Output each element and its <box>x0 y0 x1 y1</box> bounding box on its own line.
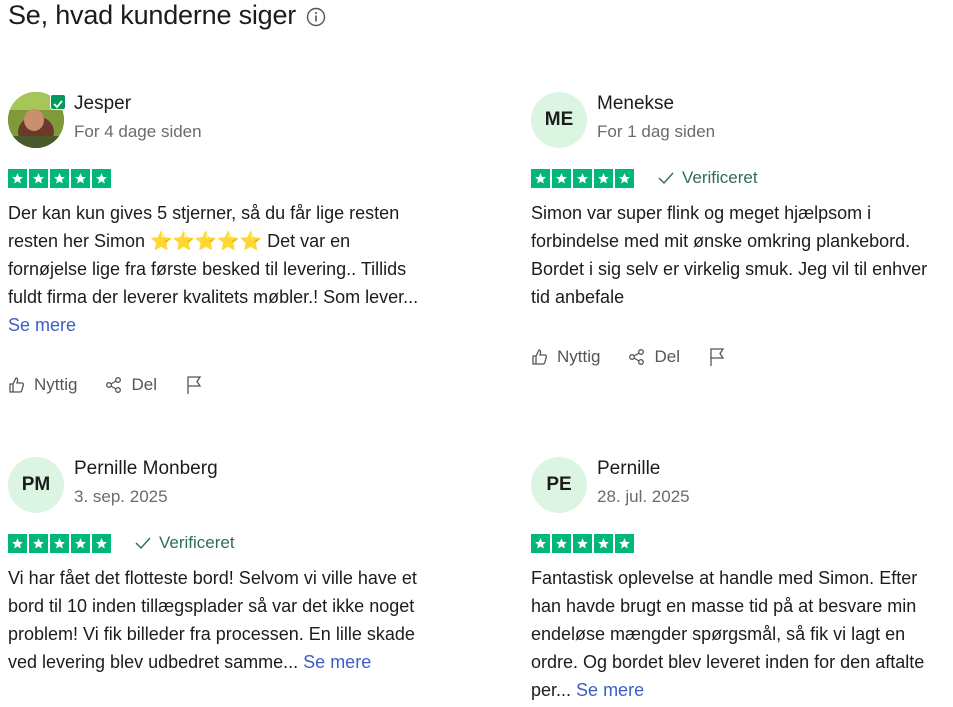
star-icon <box>50 168 69 188</box>
rating: Verificeret <box>531 167 951 189</box>
review-text: Der kan kun gives 5 stjerner, så du får … <box>8 199 428 339</box>
star-icon <box>71 533 90 553</box>
star-icon <box>8 168 27 188</box>
verified-label: Verificeret <box>658 168 758 188</box>
share-button[interactable]: Del <box>105 375 157 395</box>
star-icon <box>531 533 550 553</box>
star-rating <box>531 533 634 553</box>
star-icon <box>552 533 571 553</box>
review-text: Simon var super flink og meget hjælpsom … <box>531 199 951 311</box>
section-title: Se, hvad kunderne siger <box>8 0 326 31</box>
review-card: Jesper For 4 dage siden Der kan kun give… <box>8 92 428 395</box>
review-text-content: Der kan kun gives 5 stjerner, så du får … <box>8 203 419 307</box>
star-icon <box>615 533 634 553</box>
avatar: PM <box>8 457 64 513</box>
helpful-button[interactable]: Nyttig <box>531 347 600 367</box>
star-icon <box>29 533 48 553</box>
reviewer-name: Pernille Monberg <box>74 458 218 479</box>
star-icon <box>594 168 613 188</box>
star-rating <box>531 168 634 188</box>
review-text-content: Simon var super flink og meget hjælpsom … <box>531 203 928 307</box>
star-icon <box>50 533 69 553</box>
star-icon <box>573 533 592 553</box>
flag-icon <box>187 376 202 394</box>
share-button[interactable]: Del <box>628 347 680 367</box>
check-icon <box>135 537 151 549</box>
verified-text: Verificeret <box>159 533 235 552</box>
rating: Verificeret <box>8 532 428 554</box>
star-icon <box>92 168 111 188</box>
flag-icon <box>710 348 725 366</box>
verified-text: Verificeret <box>682 168 758 187</box>
review-card: PM Pernille Monberg 3. sep. 2025 Verific… <box>8 457 428 676</box>
rating <box>8 167 428 189</box>
review-header: Jesper For 4 dage siden <box>8 92 428 162</box>
avatar: PE <box>531 457 587 513</box>
star-icon <box>8 533 27 553</box>
star-icon <box>71 168 90 188</box>
thumbs-up-icon <box>532 349 548 365</box>
review-date: For 4 dage siden <box>74 122 202 141</box>
avatar <box>8 92 66 148</box>
star-icon <box>552 168 571 188</box>
helpful-button[interactable]: Nyttig <box>8 375 77 395</box>
helpful-label: Nyttig <box>34 375 78 394</box>
review-text: Fantastisk oplevelse at handle med Simon… <box>531 564 951 704</box>
star-icon <box>573 168 592 188</box>
review-header: PE Pernille 28. jul. 2025 <box>531 457 951 527</box>
see-more-link[interactable]: Se mere <box>576 680 644 700</box>
see-more-link[interactable]: Se mere <box>303 652 371 672</box>
share-label: Del <box>131 375 157 394</box>
avatar: ME <box>531 92 587 148</box>
star-icon <box>531 168 550 188</box>
review-date: For 1 dag siden <box>597 122 716 141</box>
star-icon <box>92 533 111 553</box>
review-date: 28. jul. 2025 <box>597 487 690 506</box>
thumbs-up-icon <box>9 377 25 393</box>
info-icon[interactable] <box>306 7 326 27</box>
reviewer-name: Jesper <box>74 93 132 114</box>
report-button[interactable] <box>185 375 203 395</box>
review-card: PE Pernille 28. jul. 2025 Fantastisk opl… <box>531 457 951 704</box>
review-header: ME Menekse For 1 dag siden <box>531 92 951 162</box>
verified-badge-icon <box>50 94 66 110</box>
verified-label: Verificeret <box>135 533 235 553</box>
review-text: Vi har fået det flotteste bord! Selvom v… <box>8 564 428 676</box>
report-button[interactable] <box>708 347 726 367</box>
check-icon <box>658 172 674 184</box>
share-icon <box>629 349 645 365</box>
helpful-label: Nyttig <box>557 347 601 366</box>
share-icon <box>106 377 122 393</box>
rating <box>531 532 951 554</box>
section-title-text: Se, hvad kunderne siger <box>8 0 297 30</box>
reviewer-name: Menekse <box>597 93 675 114</box>
star-icon <box>615 168 634 188</box>
review-date: 3. sep. 2025 <box>74 487 168 506</box>
star-icon <box>594 533 613 553</box>
review-header: PM Pernille Monberg 3. sep. 2025 <box>8 457 428 527</box>
see-more-link[interactable]: Se mere <box>8 315 76 335</box>
star-rating <box>8 533 111 553</box>
star-icon <box>29 168 48 188</box>
share-label: Del <box>654 347 680 366</box>
review-card: ME Menekse For 1 dag siden Verificeret S… <box>531 92 951 367</box>
star-rating <box>8 168 111 188</box>
review-actions: Nyttig Del <box>8 375 428 395</box>
review-actions: Nyttig Del <box>531 347 951 367</box>
reviewer-name: Pernille <box>597 458 661 479</box>
